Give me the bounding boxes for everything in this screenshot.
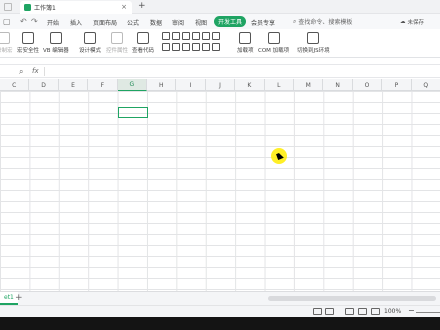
com-addins-icon (267, 32, 280, 44)
toggle-control-icon[interactable] (202, 43, 210, 51)
scrollbar-control-icon[interactable] (182, 43, 190, 51)
file-menu-icon[interactable]: ▢ (3, 17, 11, 26)
switch-js-button[interactable]: 切换到JS环境 (297, 32, 330, 54)
column-header-g[interactable]: G (117, 79, 147, 91)
undo-icon[interactable]: ↶ (20, 17, 27, 26)
menu-insert[interactable]: 插入 (70, 18, 82, 27)
menu-member[interactable]: 会员专享 (251, 18, 275, 27)
menu-bar: ▢ ↶ ↷ 开始 插入 页面布局 公式 数据 审阅 视图 开发工具 会员专享 ⌕… (0, 14, 440, 29)
design-mode-icon (84, 32, 96, 44)
menu-home[interactable]: 开始 (47, 18, 59, 27)
eye-protection-icon[interactable] (313, 308, 322, 315)
title-bar: 工作簿1 × + (0, 0, 440, 14)
listbox-control-icon[interactable] (202, 32, 210, 40)
column-header-c[interactable]: C (0, 79, 30, 91)
page-layout-view-icon[interactable] (358, 308, 367, 315)
button-control-icon[interactable] (162, 32, 170, 40)
search-placeholder: 查找命令、搜索模板 (298, 19, 353, 26)
document-tab[interactable]: 工作簿1 × (20, 1, 132, 14)
macro-security-icon (22, 32, 34, 44)
view-code-icon (137, 32, 149, 44)
spin-control-icon[interactable] (192, 43, 200, 51)
addins-button[interactable]: 加载项 (237, 32, 254, 54)
column-header-m[interactable]: M (294, 79, 324, 91)
com-addins-button[interactable]: COM 加载项 (258, 32, 289, 54)
image-control-icon[interactable] (212, 32, 220, 40)
normal-view-icon[interactable] (345, 308, 354, 315)
textbox-control-icon[interactable] (172, 43, 180, 51)
design-mode-button[interactable]: 设计模式 (79, 32, 101, 54)
label-control-icon[interactable] (162, 43, 170, 51)
option-control-icon[interactable] (192, 32, 200, 40)
column-header-n[interactable]: N (323, 79, 353, 91)
close-tab-icon[interactable]: × (121, 3, 127, 11)
save-status[interactable]: ☁ 未保存 (400, 18, 424, 26)
column-header-l[interactable]: L (265, 79, 294, 91)
macro-security-button[interactable]: 宏安全性 (17, 32, 39, 54)
menu-developer-tools[interactable]: 开发工具 (214, 16, 247, 27)
view-code-button[interactable]: 查看代码 (132, 32, 154, 54)
column-header-j[interactable]: J (206, 79, 236, 91)
column-header-o[interactable]: O (353, 79, 383, 91)
add-sheet-button[interactable]: + (15, 293, 23, 303)
addins-icon (239, 32, 252, 44)
column-header-p[interactable]: P (382, 79, 412, 91)
zoom-level[interactable]: 100% (384, 308, 401, 315)
horizontal-scrollbar[interactable] (268, 296, 436, 301)
zoom-out-button[interactable]: − (408, 306, 415, 315)
menu-data[interactable]: 数据 (150, 18, 162, 27)
menu-formula[interactable]: 公式 (127, 18, 139, 27)
search-icon: ⌕ (293, 17, 297, 25)
cell-grid[interactable] (0, 91, 440, 291)
status-bar: 100% − (0, 305, 440, 317)
formula-bar: ⌕ fx (0, 64, 440, 78)
checkbox-control-icon[interactable] (172, 32, 180, 40)
command-search[interactable]: ⌕ 查找命令、搜索模板 (293, 17, 353, 27)
column-header-k[interactable]: K (235, 79, 265, 91)
combobox-control-icon[interactable] (182, 32, 190, 40)
column-header-q[interactable]: Q (412, 79, 440, 91)
redo-icon[interactable]: ↷ (31, 17, 38, 26)
record-macro-button[interactable]: 录制宏 (0, 32, 13, 54)
function-icon[interactable]: fx (32, 67, 39, 75)
column-header-d[interactable]: D (29, 79, 59, 91)
switch-js-icon (307, 32, 320, 44)
reading-mode-icon[interactable] (325, 308, 334, 315)
frame-control-icon[interactable] (212, 43, 220, 51)
developer-ribbon: 录制宏 宏安全性 VB 编辑器 设计模式 控件属性 查看代码 加载项 (0, 29, 440, 58)
column-header-h[interactable]: H (147, 79, 177, 91)
divider (44, 67, 45, 76)
window-menu-icon[interactable] (4, 3, 12, 11)
column-header-e[interactable]: E (59, 79, 89, 91)
column-header-f[interactable]: F (88, 79, 118, 91)
vb-editor-icon (49, 32, 62, 44)
new-tab-button[interactable]: + (138, 1, 146, 11)
unsaved-label: 未保存 (407, 20, 425, 26)
zoom-icon[interactable]: ⌕ (19, 67, 23, 77)
control-properties-icon (111, 32, 123, 44)
cloud-icon: ☁ (400, 19, 406, 25)
menu-page-layout[interactable]: 页面布局 (93, 18, 117, 27)
taskbar (0, 317, 440, 330)
menu-review[interactable]: 审阅 (172, 18, 184, 27)
document-title: 工作簿1 (34, 5, 56, 12)
column-headers: CDEFGHIJKLMNOPQ (0, 79, 440, 91)
sheet-bar: et1 + (0, 291, 440, 305)
zoom-slider[interactable] (416, 312, 440, 313)
control-properties-button[interactable]: 控件属性 (106, 32, 128, 54)
spreadsheet-icon (24, 4, 31, 11)
form-controls-gallery (162, 32, 224, 51)
selected-cell[interactable] (118, 107, 148, 118)
column-header-i[interactable]: I (176, 79, 206, 91)
vb-editor-button[interactable]: VB 编辑器 (43, 32, 69, 54)
record-macro-icon (0, 32, 11, 44)
page-break-view-icon[interactable] (371, 308, 380, 315)
menu-view[interactable]: 视图 (195, 18, 207, 27)
